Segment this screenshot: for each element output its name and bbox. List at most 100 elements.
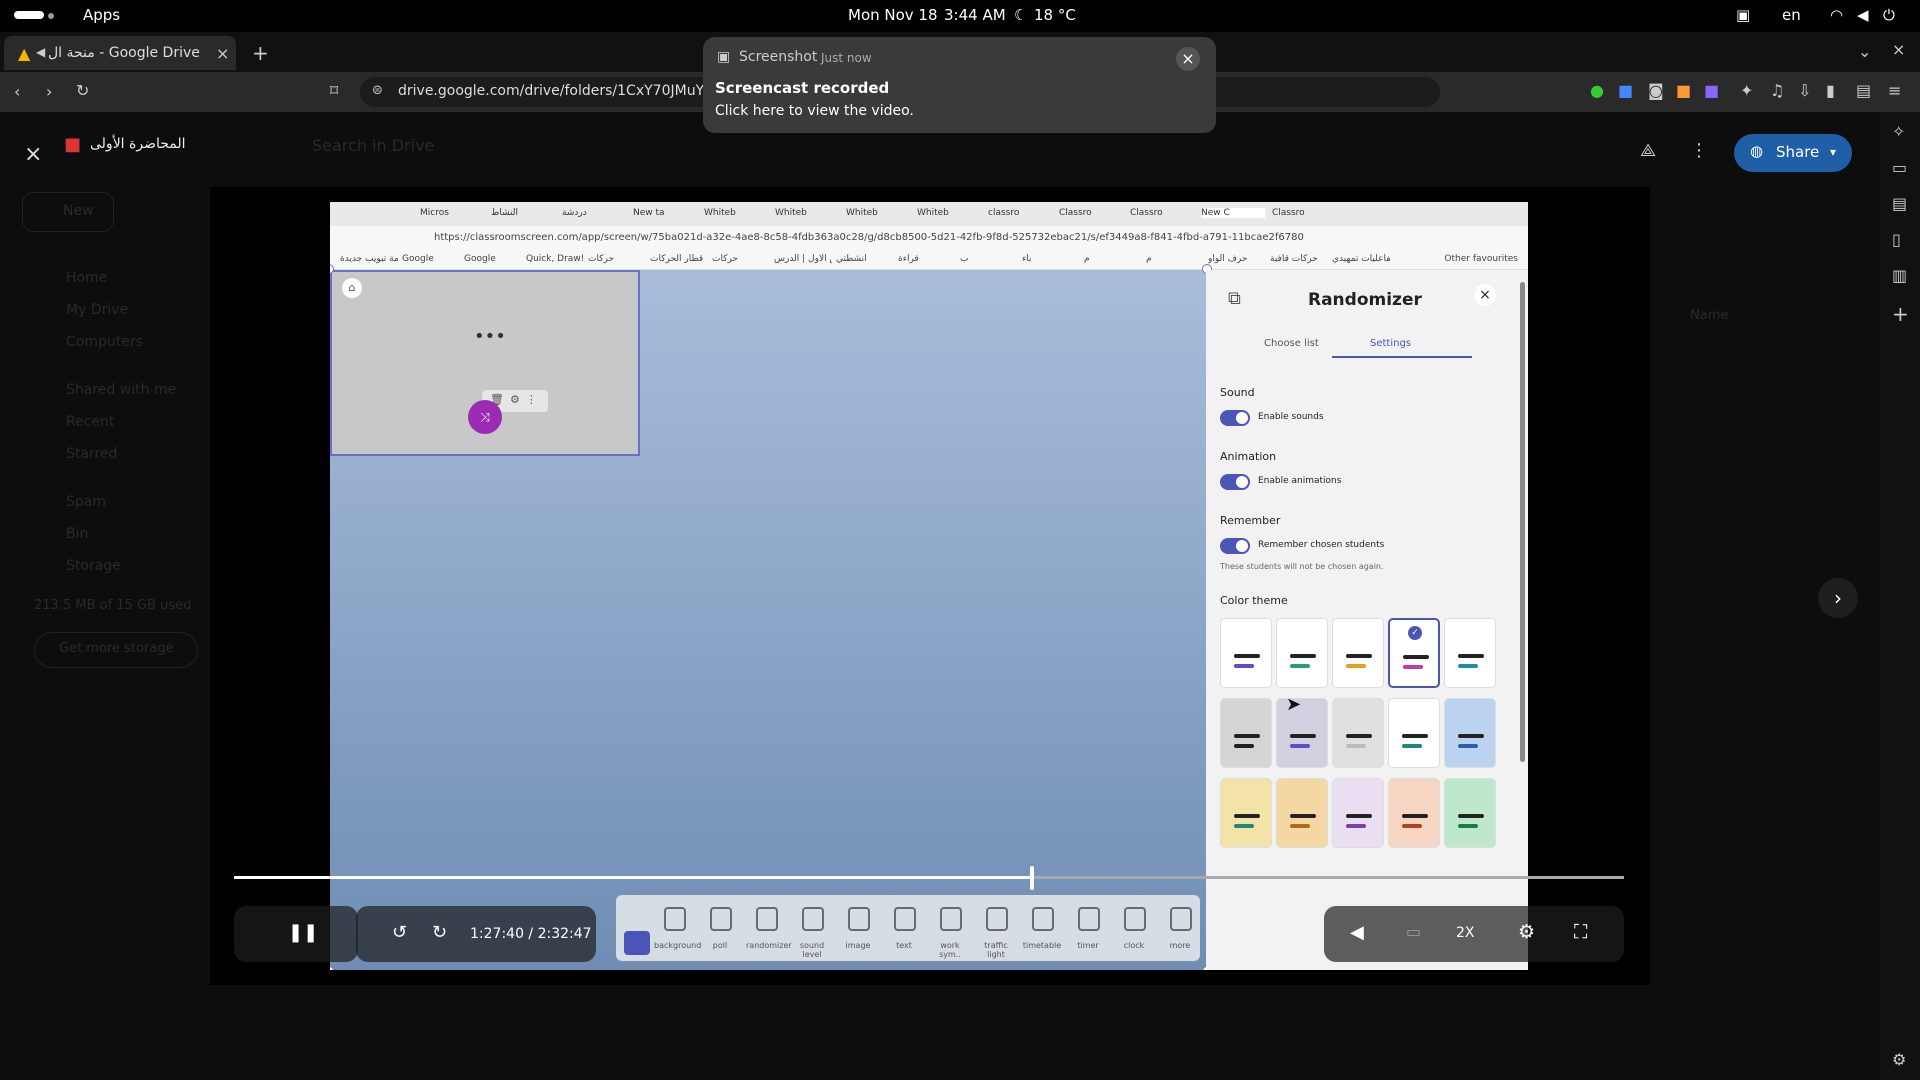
more-actions-icon[interactable]: ⋮ (1690, 142, 1708, 160)
playback-speed[interactable]: 2X (1456, 925, 1475, 941)
swatch-line (1346, 814, 1372, 818)
nav-bin[interactable]: Bin (66, 518, 176, 550)
color-theme-swatch (1332, 618, 1384, 688)
rail-wallet-icon[interactable]: ▤ (1892, 196, 1907, 212)
shuffle-icon: ⤨ (468, 400, 502, 434)
captions-icon[interactable]: ▭ (1406, 924, 1421, 940)
new-tab-icon[interactable]: + (252, 43, 269, 63)
nav-starred[interactable]: Starred (66, 438, 176, 470)
share-dropdown-button[interactable]: ▾ (1822, 134, 1852, 172)
extension-blue-icon[interactable]: ■ (1618, 83, 1633, 99)
tool-icon (848, 907, 870, 931)
recorded-bookmark: قطار الحركات (650, 254, 704, 264)
randomizer-panel: ⧉ Randomizer × Choose list Settings Soun… (1206, 270, 1528, 970)
get-storage-button[interactable]: Get more storage (34, 632, 198, 668)
menu-icon[interactable]: ≡ (1888, 83, 1901, 99)
rail-add-icon[interactable]: + (1892, 304, 1909, 324)
forward-10-icon[interactable]: ↻ (432, 924, 447, 942)
tab-choose-list: Choose list (1264, 338, 1319, 349)
keyboard-language[interactable]: en (1782, 6, 1801, 24)
browser-tab-drive[interactable]: ▲ ◀ منحة ال - Google Drive × (4, 36, 236, 70)
wallet-icon[interactable]: ▤ (1856, 83, 1871, 99)
power-icon[interactable]: ⏻ (1883, 6, 1895, 24)
volume-icon[interactable]: ◀ (1857, 6, 1869, 24)
wifi-icon[interactable]: ◠ (1830, 6, 1843, 24)
extension-orange-icon[interactable]: ■ (1676, 83, 1691, 99)
rail-reading-icon[interactable]: ▥ (1892, 268, 1907, 284)
next-file-icon[interactable]: › (1818, 578, 1858, 618)
browser-right-rail: ✧ ▭ ▤ ▯ ▥ + ⚙ (1880, 112, 1920, 1080)
clipboard-icon[interactable]: ▣ (1736, 6, 1750, 24)
nav-home[interactable]: Home (66, 262, 176, 294)
nav-computers[interactable]: Computers (66, 326, 176, 358)
nav-recent[interactable]: Recent (66, 406, 176, 438)
settings-icon[interactable]: ⚙ (1518, 923, 1535, 942)
forward-icon[interactable]: › (46, 84, 52, 100)
resize-handle (330, 966, 334, 970)
clock-date[interactable]: Mon Nov 18 (848, 6, 938, 24)
tool-icon (1170, 907, 1192, 931)
rewind-10-icon[interactable]: ↺ (392, 924, 407, 942)
tab-audio-icon[interactable]: ◀ (36, 46, 45, 58)
notification-app-name: Screenshot (739, 49, 818, 65)
tool-sound-level: sound level (792, 895, 832, 961)
close-tab-icon[interactable]: × (216, 46, 229, 62)
recorded-tab: النشاط (491, 208, 519, 218)
panel-scrollbar (1520, 282, 1525, 762)
tool-timetable: timetable (1022, 895, 1062, 961)
selected-check-icon: ✓ (1408, 626, 1422, 640)
nav-my-drive[interactable]: My Drive (66, 294, 176, 326)
recorded-tab-strip: Micros النشاط دردشة New ta Whiteb Whiteb White… (330, 202, 1528, 226)
nav-shared[interactable]: Shared with me (66, 374, 176, 406)
camera-extension-icon[interactable]: ◙ (1648, 83, 1664, 99)
rail-settings-icon[interactable]: ⚙ (1892, 1052, 1906, 1068)
drive-search-input[interactable]: Search in Drive (312, 136, 434, 155)
sidebar-toggle-icon[interactable]: ▮ (1826, 83, 1835, 99)
swatch-accent-line (1458, 824, 1478, 828)
reload-icon[interactable]: ↻ (76, 83, 89, 99)
fullscreen-icon[interactable]: ⛶ (1574, 923, 1587, 942)
volume-icon[interactable]: ◀ (1350, 924, 1364, 942)
workspace-dot[interactable] (48, 13, 54, 19)
recorded-bookmark: قراءة (898, 254, 919, 264)
color-theme-swatch (1388, 778, 1440, 848)
extension-green-icon[interactable]: ● (1590, 83, 1604, 99)
tab-search-icon[interactable]: ⌄ (1858, 44, 1871, 60)
back-icon[interactable]: ‹ (14, 84, 20, 100)
screencast-notification[interactable]: ▣ Screenshot Just now × Screencast recor… (703, 37, 1216, 133)
add-shortcut-icon[interactable]: ⟁ (1640, 142, 1656, 160)
swatch-accent-line (1346, 744, 1366, 748)
recorded-bookmark: باء (1022, 254, 1032, 264)
recorded-other-favourites: Other favourites (1444, 254, 1518, 264)
clock-time[interactable]: 3:44 AM (944, 6, 1006, 24)
new-button[interactable]: New (22, 192, 114, 232)
close-preview-icon[interactable]: × (24, 144, 42, 166)
notification-close-icon[interactable]: × (1176, 47, 1200, 71)
seek-thumb[interactable] (1030, 866, 1035, 890)
swatch-line (1458, 654, 1484, 658)
nav-storage[interactable]: Storage (66, 550, 176, 582)
nav-spam[interactable]: Spam (66, 486, 176, 518)
music-icon[interactable]: ♫ (1770, 83, 1784, 99)
ai-star-icon[interactable]: ✧ (1892, 124, 1905, 140)
window-close-icon[interactable]: × (1892, 42, 1905, 58)
download-icon[interactable]: ⇩ (1798, 83, 1811, 99)
active-tab-underline (1332, 356, 1472, 358)
recorded-tab: Classro (1059, 208, 1092, 218)
sort-name[interactable]: Name (1690, 308, 1728, 323)
extension-purple-icon[interactable]: ■ (1704, 83, 1719, 99)
workspace-indicator[interactable] (14, 11, 44, 19)
bookmark-icon[interactable]: ⌑ (330, 83, 338, 99)
extensions-puzzle-icon[interactable]: ✦ (1740, 83, 1753, 99)
panel-title: Randomizer (1308, 290, 1422, 310)
pause-icon[interactable]: ❚❚ (288, 924, 318, 942)
tool-label: randomizer (746, 941, 792, 950)
system-top-bar: Apps Mon Nov 18 3:44 AM ☾ 18 °C ▣ en ◠ ◀… (0, 0, 1920, 32)
color-theme-swatch (1220, 618, 1272, 688)
swatch-line (1402, 814, 1428, 818)
site-info-icon[interactable]: ⊜ (372, 84, 383, 97)
rail-video-icon[interactable]: ▭ (1892, 160, 1907, 176)
player-options: ◀ ▭ 2X ⚙ ⛶ (1324, 906, 1624, 962)
rail-bookmarks-icon[interactable]: ▯ (1892, 232, 1901, 248)
activities-button[interactable]: Apps (83, 6, 120, 24)
